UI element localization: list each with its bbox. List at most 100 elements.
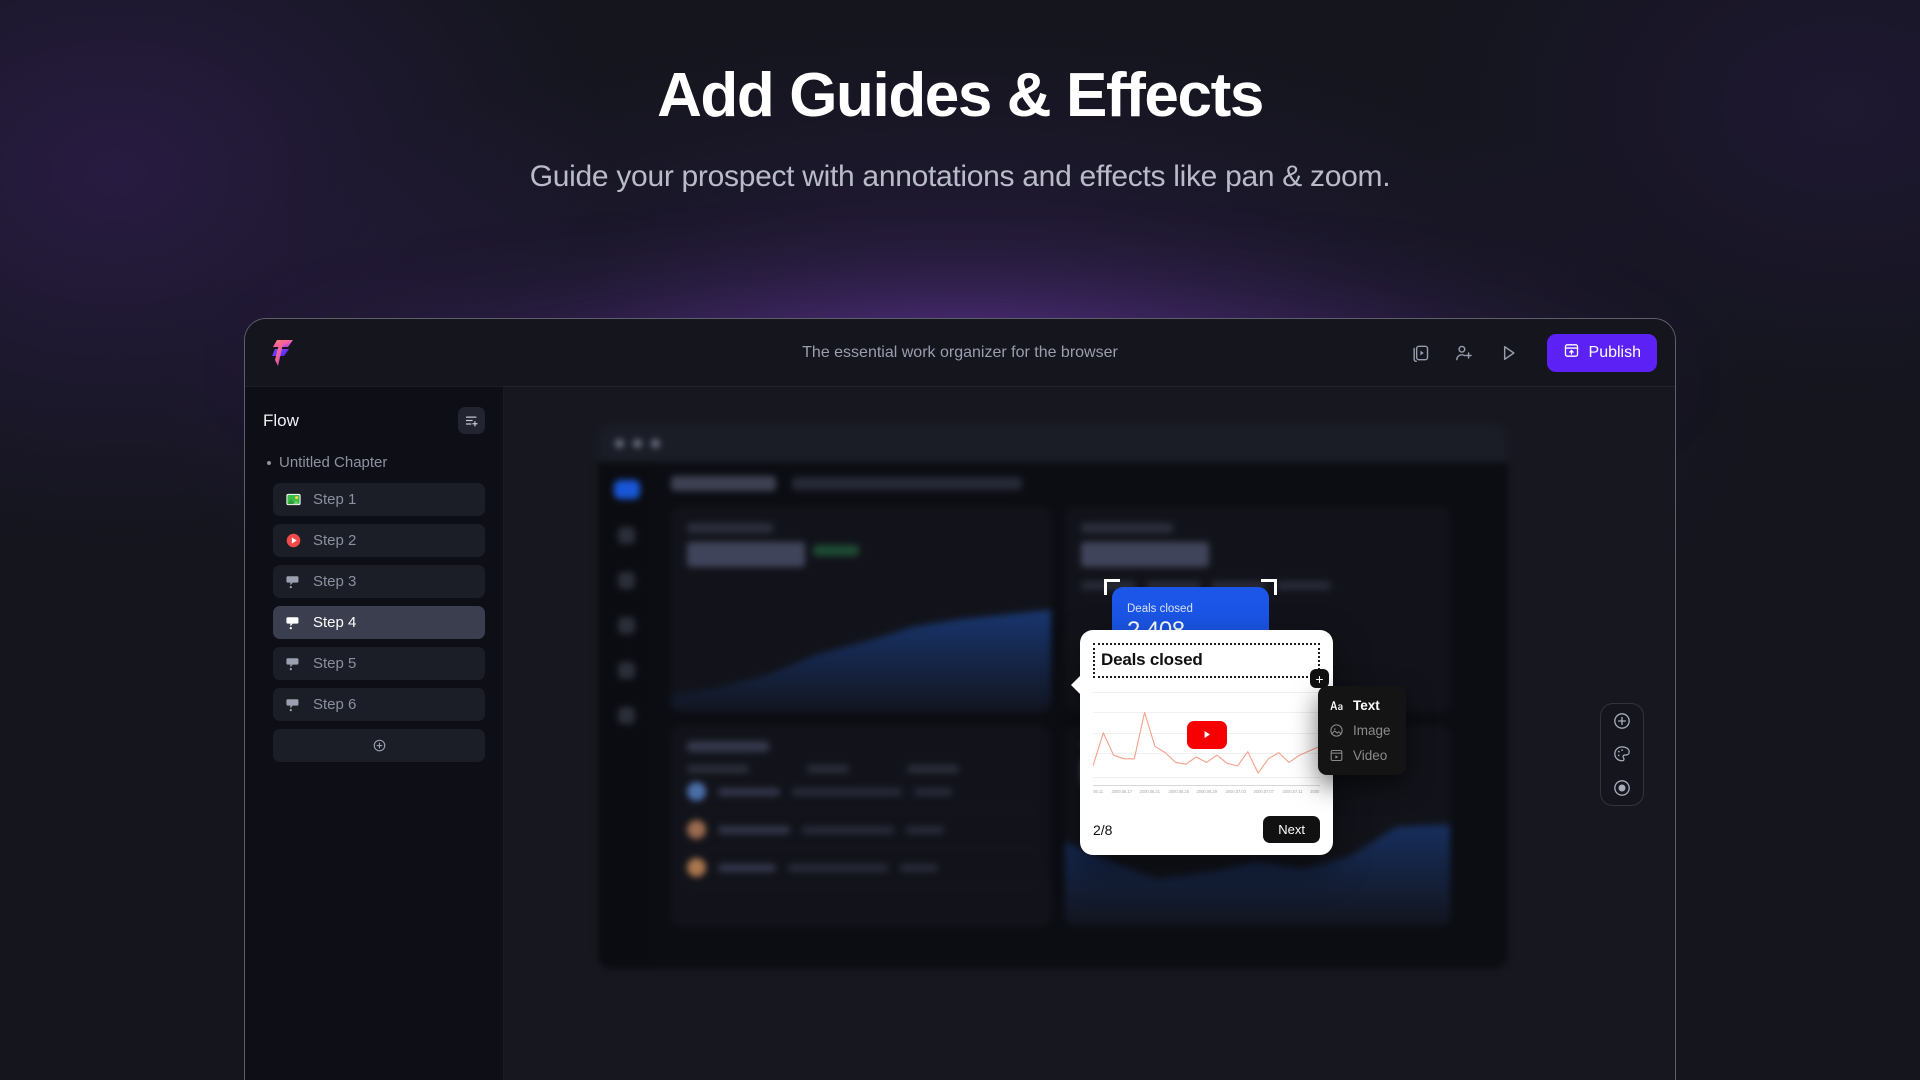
add-circle-icon[interactable] xyxy=(1612,710,1633,731)
mock-nav-icon xyxy=(618,572,635,589)
avatar xyxy=(687,782,706,801)
tooltip-icon xyxy=(285,573,302,590)
mock-cell xyxy=(792,787,902,796)
step-label: Step 1 xyxy=(313,491,357,508)
video-frame-icon xyxy=(1329,748,1344,763)
media-library-icon[interactable] xyxy=(1409,342,1431,364)
avatar xyxy=(687,858,706,877)
sidebar-step-4[interactable]: Step 4 xyxy=(273,606,485,639)
header-actions: Publish xyxy=(1409,333,1657,372)
mock-sidebar xyxy=(598,462,655,969)
add-step-button[interactable] xyxy=(273,729,485,762)
record-target-icon[interactable] xyxy=(1612,778,1633,799)
mock-area-chart xyxy=(671,609,1051,712)
mock-cell xyxy=(718,787,780,796)
mock-table-row xyxy=(687,811,1035,849)
sidebar-step-3[interactable]: Step 3 xyxy=(273,565,485,598)
page-root: Add Guides & Effects Guide your prospect… xyxy=(0,0,1920,1080)
tooltip-icon xyxy=(285,696,302,713)
x-tick: 2000 xyxy=(1310,789,1320,794)
mock-nav-icon xyxy=(618,707,635,724)
canvas-tools-toolbar xyxy=(1600,703,1644,806)
mock-card-value xyxy=(687,542,805,567)
chapter-label: Untitled Chapter xyxy=(279,454,388,471)
mock-cell xyxy=(914,787,952,796)
tooltip-heading[interactable]: Deals closed xyxy=(1093,643,1320,678)
sidebar-step-5[interactable]: Step 5 xyxy=(273,647,485,680)
mock-card-label xyxy=(1081,523,1173,533)
x-tick: 2000.07.03 xyxy=(1225,789,1246,794)
app-header: The essential work organizer for the bro… xyxy=(245,319,1675,386)
chapter-row[interactable]: Untitled Chapter xyxy=(267,454,485,471)
mock-card-label xyxy=(687,523,773,533)
window-minimize-dot xyxy=(633,438,642,448)
mock-cell xyxy=(900,863,938,872)
mock-cell xyxy=(718,863,776,872)
video-play-icon xyxy=(285,532,302,549)
menu-item-label: Text xyxy=(1353,698,1380,713)
mock-topbar xyxy=(671,476,1492,491)
mock-logo xyxy=(613,480,640,499)
hero-section: Add Guides & Effects Guide your prospect… xyxy=(0,0,1920,194)
image-circle-icon xyxy=(1329,723,1344,738)
mock-table-card xyxy=(671,726,1051,926)
app-window: The essential work organizer for the bro… xyxy=(244,318,1676,1080)
tooltip-heading-wrap: Deals closed + xyxy=(1093,643,1329,688)
menu-item-label: Video xyxy=(1353,748,1388,763)
publish-label: Publish xyxy=(1588,343,1641,361)
sidebar-step-2[interactable]: Step 2 xyxy=(273,524,485,557)
x-tick: 2000.07.07 xyxy=(1254,789,1275,794)
mock-table-row xyxy=(687,773,1035,811)
mock-stat-card xyxy=(671,507,1051,712)
app-body: Flow Untitled Chapter Step 1 Step 2 Step… xyxy=(245,386,1675,1080)
mock-cell xyxy=(788,863,888,872)
palette-icon[interactable] xyxy=(1612,744,1633,765)
x-tick: 2000.06.29 xyxy=(1196,789,1218,794)
menu-item-image[interactable]: Image xyxy=(1318,718,1406,743)
image-icon xyxy=(285,491,302,508)
mock-nav-icon xyxy=(618,662,635,679)
mock-chip xyxy=(1276,581,1331,590)
mock-col-header xyxy=(687,765,749,773)
sidebar: Flow Untitled Chapter Step 1 Step 2 Step… xyxy=(245,386,504,1080)
step-label: Step 5 xyxy=(313,655,357,672)
step-label: Step 2 xyxy=(313,532,357,549)
play-icon[interactable] xyxy=(1497,342,1519,364)
window-close-dot xyxy=(615,438,624,448)
next-button[interactable]: Next xyxy=(1263,816,1320,843)
sidebar-step-6[interactable]: Step 6 xyxy=(273,688,485,721)
mock-search xyxy=(792,477,1022,490)
step-list: Step 1 Step 2 Step 3 Step 4 Step 5 Step … xyxy=(263,483,485,762)
youtube-play-icon[interactable] xyxy=(1186,720,1227,749)
menu-item-video[interactable]: Video xyxy=(1318,743,1406,768)
sidebar-step-1[interactable]: Step 1 xyxy=(273,483,485,516)
publish-button[interactable]: Publish xyxy=(1546,333,1657,372)
text-aa-icon xyxy=(1329,698,1344,713)
mock-table-row xyxy=(687,849,1035,887)
x-tick: 06.11 xyxy=(1093,789,1104,794)
tooltip-icon xyxy=(285,614,302,631)
mock-col-header xyxy=(907,765,959,773)
chapter-bullet-icon xyxy=(267,460,271,465)
tooltip-icon xyxy=(285,655,302,672)
page-subtitle: Guide your prospect with annotations and… xyxy=(529,160,1391,194)
insert-block-menu[interactable]: Text Image Video xyxy=(1318,686,1406,775)
publish-icon xyxy=(1563,342,1580,364)
menu-item-text[interactable]: Text xyxy=(1318,693,1406,718)
tooltip-line-chart xyxy=(1093,688,1320,785)
card-label: Deals closed xyxy=(1127,603,1193,615)
mock-table-title xyxy=(687,741,769,752)
step-label: Step 4 xyxy=(313,614,357,631)
add-to-flow-icon[interactable] xyxy=(458,407,485,434)
add-person-icon[interactable] xyxy=(1453,342,1475,364)
x-tick: 2000.06.21 xyxy=(1139,789,1161,794)
mock-col-header xyxy=(807,765,849,773)
flow-header: Flow xyxy=(263,407,485,434)
brand-logo-icon[interactable] xyxy=(271,338,297,368)
guide-tooltip[interactable]: Deals closed + 06.11 2000.06.17 2000.06.21… xyxy=(1071,630,1333,855)
menu-item-label: Image xyxy=(1353,723,1391,738)
tooltip-x-axis: 06.11 2000.06.17 2000.06.21 2000.06.25 2000.… xyxy=(1093,785,1320,794)
mock-cell xyxy=(718,825,790,834)
mock-nav-icon xyxy=(618,617,635,634)
mock-card-delta xyxy=(813,545,859,556)
